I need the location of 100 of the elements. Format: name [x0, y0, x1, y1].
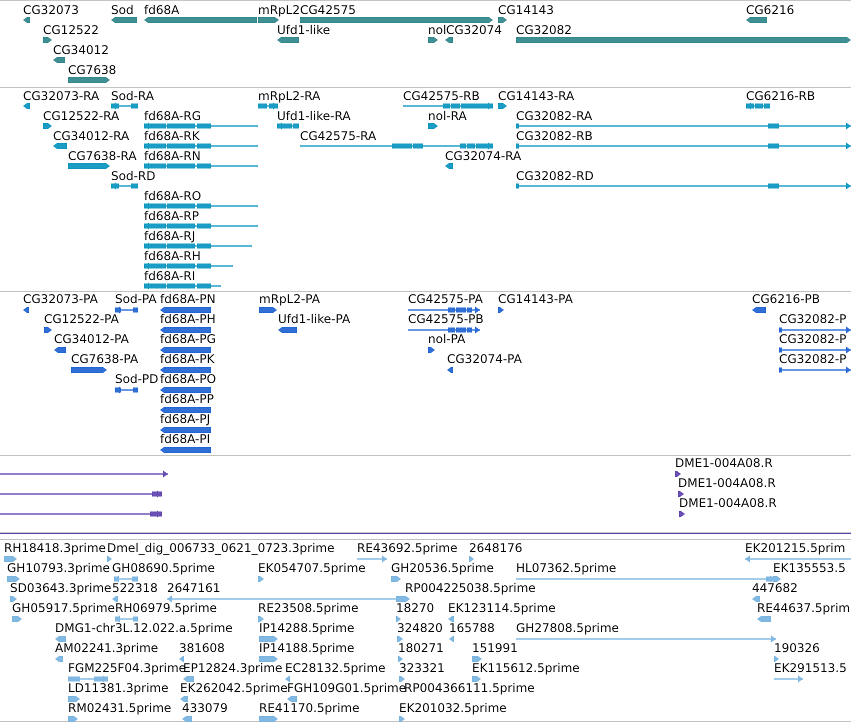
feature-label: RP004366111.5prime: [404, 681, 535, 695]
feature-label: CG32082: [516, 23, 572, 37]
feature-label: DME1-004A08.R: [678, 476, 776, 490]
feature-label: CG12522: [43, 23, 99, 37]
feature-label: 433079: [182, 701, 228, 715]
feature-label: CG32074-RA: [445, 149, 522, 163]
feature-label: CG34012-PA: [54, 332, 129, 346]
feature-label: GH10793.3prime: [7, 561, 110, 575]
feature-label: 151991: [472, 641, 518, 655]
feature-label: CG42575-PB: [408, 312, 484, 326]
feature-label: fd68A-RI: [144, 269, 196, 283]
feature-label: CG32073: [23, 3, 79, 17]
feature-label: mRpL2: [258, 3, 300, 17]
feature-label: GH05917.5prime: [12, 601, 115, 615]
feature-label: CG42575-RA: [300, 129, 376, 143]
feature-label: DMG1-chr3L.12.022.a.5prime: [55, 621, 233, 635]
feature-label: CG42575-PA: [408, 292, 483, 306]
feature-label: 381608: [179, 641, 225, 655]
feature-label: EK291513.5: [774, 661, 847, 675]
feature-label: CG7638-RA: [68, 149, 137, 163]
feature-label: EK054707.5prime: [258, 561, 366, 575]
feature-label: CG32073-RA: [23, 89, 100, 103]
feature-label: fd68A-PP: [160, 392, 214, 406]
feature-label: 323321: [399, 661, 445, 675]
feature-label: CG14143: [498, 3, 554, 17]
feature-label: nol-RA: [428, 109, 467, 123]
feature-label: CG32074-PA: [447, 352, 522, 366]
feature-label: IP14288.5prime: [259, 621, 354, 635]
feature-label: CG34012: [53, 43, 109, 57]
feature-label: RH18418.3prime: [4, 541, 106, 555]
feature-label: RE43692.5prime: [357, 541, 458, 555]
feature-label: CG32074: [446, 23, 502, 37]
feature-label: fd68A-RK: [144, 129, 200, 143]
feature-label: EK135553.5: [773, 561, 846, 575]
feature-label: CG6216-PB: [752, 292, 820, 306]
feature-label: mRpL2-RA: [258, 89, 320, 103]
feature-label: fd68A-PH: [160, 312, 216, 326]
feature-label: CG32082-RB: [516, 129, 593, 143]
feature-label: 447682: [752, 581, 798, 595]
feature-label: CG14143-PA: [498, 292, 573, 306]
feature-label: EK201215.5prim: [745, 541, 846, 555]
feature-label: Sod-RA: [111, 89, 154, 103]
feature-label: fd68A: [144, 3, 180, 17]
feature-label: IP14188.5prime: [259, 641, 354, 655]
feature-label: CG32082-P: [779, 332, 846, 346]
feature-label: 2648176: [469, 541, 522, 555]
feature-label: CG32082-P: [779, 352, 846, 366]
feature-label: 165788: [449, 621, 495, 635]
feature-label: CG7638: [68, 63, 116, 77]
feature-label: Sod-RD: [111, 169, 156, 183]
feature-label: CG32082-RD: [516, 169, 594, 183]
feature-label: 2647161: [167, 581, 220, 595]
feature-label: SD03643.3prime: [10, 581, 112, 595]
feature-label: 18270: [396, 601, 434, 615]
feature-label: 324820: [397, 621, 443, 635]
feature-label: GH08690.5prime: [112, 561, 215, 575]
feature-label: RH06979.5prime: [115, 601, 217, 615]
feature-label: fd68A-PJ: [160, 412, 210, 426]
feature-label: fd68A-RJ: [144, 229, 196, 243]
feature-label: nol-PA: [428, 332, 466, 346]
feature-label: CG6216-RB: [746, 89, 816, 103]
feature-label: LD11381.3prime: [68, 681, 169, 695]
feature-label: CG32082-RA: [516, 109, 592, 123]
feature-label: DME1-004A08.R: [679, 496, 777, 510]
feature-label: CG42575-RB: [403, 89, 480, 103]
feature-label: RP004225038.5prime: [405, 581, 536, 595]
feature-label: HL07362.5prime: [516, 561, 616, 575]
feature-label: EK262042.5prime: [180, 681, 288, 695]
feature-label: CG34012-RA: [53, 129, 130, 143]
feature-label: EK115612.5prime: [472, 661, 580, 675]
feature-label: CG32082-P: [779, 312, 846, 326]
feature-label: Sod-PD: [115, 372, 158, 386]
feature-label: EK123114.5prime: [448, 601, 556, 615]
feature-label: 190326: [774, 641, 820, 655]
feature-label: Ufd1-like: [277, 23, 330, 37]
feature-label: Dmel_dig_006733_0621_0723.3prime: [107, 541, 335, 555]
feature-label: mRpL2-PA: [259, 292, 320, 306]
feature-label: 522318: [112, 581, 158, 595]
feature-label: fd68A-RG: [144, 109, 202, 123]
feature-label: Ufd1-like-RA: [277, 109, 351, 123]
feature-label: RE41170.5prime: [259, 701, 360, 715]
feature-label: DME1-004A08.R: [675, 456, 773, 470]
feature-label: fd68A-RN: [144, 149, 201, 163]
feature-label: Sod: [111, 3, 134, 17]
feature-label: CG14143-RA: [498, 89, 574, 103]
feature-label: RM02431.5prime: [68, 701, 172, 715]
feature-label: 180271: [398, 641, 444, 655]
feature-label: Ufd1-like-PA: [278, 312, 350, 326]
feature-label: CG32073-PA: [23, 292, 98, 306]
feature-label: fd68A-PN: [160, 292, 216, 306]
feature-label: CG7638-PA: [71, 352, 138, 366]
feature-label: FGH109G01.5prime: [287, 681, 406, 695]
feature-label: CG12522-PA: [44, 312, 119, 326]
feature-label: fd68A-RH: [144, 249, 201, 263]
feature-label: fd68A-PI: [160, 432, 210, 446]
feature-label: CG6216: [746, 3, 794, 17]
feature-label: fd68A-RO: [144, 189, 202, 203]
feature-label: GH27808.5prime: [516, 621, 619, 635]
feature-label: fd68A-PK: [160, 352, 214, 366]
feature-label: EK201032.5prime: [399, 701, 507, 715]
